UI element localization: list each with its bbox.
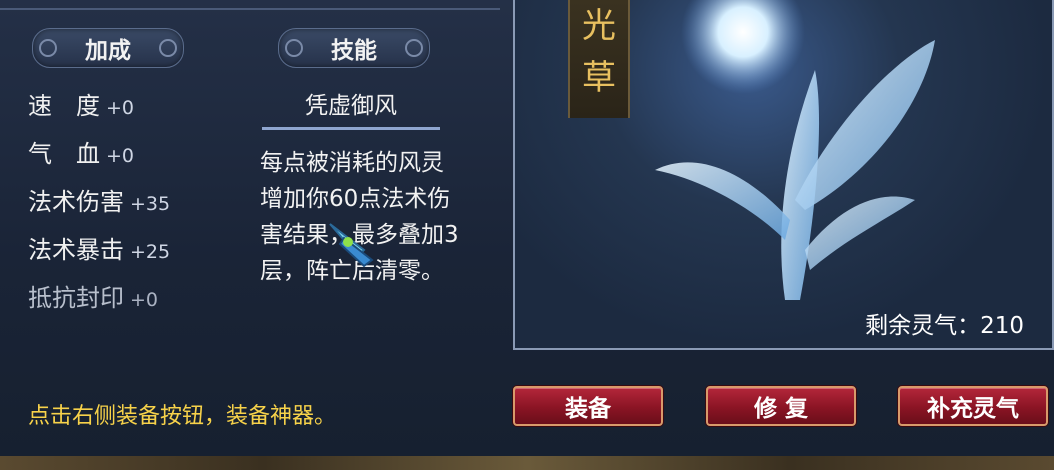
equip-hint: 点击右侧装备按钮，装备神器。: [28, 404, 337, 429]
artifact-name: 光草: [568, 0, 630, 118]
attr-name: 法术伤害: [28, 188, 124, 216]
replenish-energy-button[interactable]: 补充灵气: [898, 386, 1048, 426]
skill-underline: [262, 127, 440, 130]
remaining-energy: 剩余灵气：210: [865, 306, 1024, 340]
repair-button[interactable]: 修 复: [706, 386, 856, 426]
attr-name: 抵抗封印: [28, 284, 124, 312]
bottom-border: [0, 456, 1054, 470]
attr-name: 气 血: [28, 140, 100, 168]
tab-bonus[interactable]: 加成: [32, 28, 184, 68]
attr-value: +25: [130, 241, 171, 263]
top-divider: [0, 8, 500, 10]
attr-value: +0: [106, 145, 135, 167]
attr-seal-resist: 抵抗封印 +0: [28, 278, 158, 313]
tab-skill[interactable]: 技能: [278, 28, 430, 68]
attr-magic-crit: 法术暴击 +25: [28, 230, 170, 265]
attr-value: +0: [130, 289, 159, 311]
attr-magic-damage: 法术伤害 +35: [28, 182, 170, 217]
attr-name: 法术暴击: [28, 236, 124, 264]
remaining-value: 210: [980, 313, 1024, 339]
attr-name: 速 度: [28, 92, 100, 120]
remaining-label: 剩余灵气：: [865, 313, 981, 339]
skill-name: 凭虚御风: [305, 93, 397, 119]
feather-cursor-icon: [329, 223, 374, 268]
attr-value: +0: [106, 97, 135, 119]
attr-value: +35: [130, 193, 171, 215]
attr-speed: 速 度 +0: [28, 86, 134, 121]
attr-hp: 气 血 +0: [28, 134, 134, 169]
equip-button[interactable]: 装备: [513, 386, 663, 426]
artifact-panel: 加成 技能 速 度 +0 气 血 +0 法术伤害 +35 法术暴击 +25 抵抗封印 +0…: [0, 0, 1054, 470]
